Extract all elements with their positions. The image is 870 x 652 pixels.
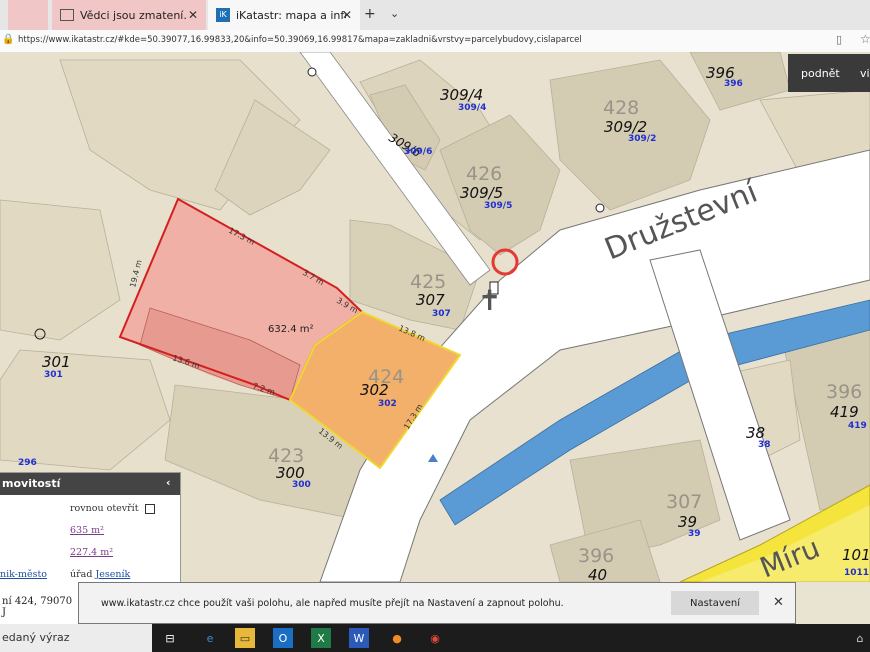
tab-bar: Vědci jsou zmatení. Země se ✕ iK iKatast… — [0, 0, 870, 30]
close-icon[interactable]: ✕ — [773, 595, 784, 610]
open-directly-label: rovnou otevřít — [70, 503, 139, 514]
chevron-down-icon[interactable]: ⌄ — [390, 7, 399, 20]
file-explorer-icon[interactable]: ▭ — [235, 628, 255, 648]
parcel-subnumber: 309/6 — [404, 147, 432, 157]
property-panel: movitostí ‹ rovnou otevřít 635 m² 227.4 … — [0, 472, 181, 584]
parcel-subnumber: 396 — [724, 79, 743, 89]
parcel-number: 40 — [588, 566, 607, 582]
svg-text:✝: ✝ — [478, 284, 501, 317]
address-stub: ní 424, 79070 J — [0, 582, 78, 624]
chevron-left-icon[interactable]: ‹ — [166, 476, 171, 489]
area-link[interactable]: 227.4 m² — [70, 547, 113, 558]
page-icon — [60, 9, 74, 21]
parcel-number: 309/4 — [440, 86, 483, 104]
building-number: 396 — [826, 381, 862, 403]
area-link[interactable]: 635 m² — [70, 525, 104, 536]
parcel-number: 301 — [42, 353, 71, 371]
tab-previous[interactable] — [8, 0, 48, 30]
parcel-subnumber: 301 — [44, 370, 63, 380]
close-tab-icon[interactable]: ✕ — [188, 8, 198, 22]
area-label: 632.4 m² — [268, 324, 314, 335]
tab-title: Vědci jsou zmatení. Země se — [80, 8, 190, 22]
word-icon[interactable]: W — [349, 628, 369, 648]
task-view-icon[interactable]: ⊟ — [160, 628, 180, 648]
building-number: 307 — [666, 491, 702, 513]
panel-title: movitostí — [2, 477, 61, 490]
star-icon[interactable]: ☆ — [860, 32, 870, 46]
parcel-subnumber: 309/2 — [628, 134, 656, 144]
building-number: 426 — [466, 163, 502, 185]
taskbar: edaný výraz ⊟ e ▭ O X W ● ◉ ⌂ — [0, 624, 870, 652]
tab-title: iKatastr: mapa a informa — [236, 8, 346, 22]
map-toolbar: podnět vi — [788, 54, 870, 92]
excel-icon[interactable]: X — [311, 628, 331, 648]
parcel-number: 302 — [360, 381, 389, 399]
tray-icon[interactable]: ⌂ — [850, 628, 870, 648]
chrome-icon[interactable]: ◉ — [425, 628, 445, 648]
office-link[interactable]: Jeseník — [95, 569, 130, 580]
parcel-subnumber: 307 — [432, 309, 451, 319]
parcel-subnumber: 419 — [848, 421, 867, 431]
tab-ikatastr[interactable]: iK iKatastr: mapa a informa ✕ — [208, 0, 360, 30]
view-button[interactable]: vi — [860, 67, 870, 80]
reading-view-icon[interactable]: ▯ — [836, 33, 842, 46]
parcel-subnumber: 302 — [378, 399, 397, 409]
parcel-subnumber: 309/5 — [484, 201, 512, 211]
parcel-subnumber: 296 — [18, 458, 37, 468]
lock-icon: 🔒 — [2, 34, 15, 45]
podnet-button[interactable]: podnět — [801, 67, 840, 80]
parcel-number: 309/5 — [460, 184, 503, 202]
parcel-subnumber: 1011 — [844, 568, 869, 578]
search-placeholder: edaný výraz — [2, 631, 70, 644]
open-directly-checkbox[interactable] — [144, 503, 155, 514]
building-number: 396 — [578, 545, 614, 567]
new-tab-icon[interactable]: + — [364, 6, 376, 22]
url-text[interactable]: https://www.ikatastr.cz/#kde=50.39077,16… — [18, 35, 582, 45]
building-number: 425 — [410, 271, 446, 293]
location-notification: www.ikatastr.cz chce použít vaši polohu,… — [78, 582, 796, 624]
edge-icon[interactable]: e — [200, 628, 220, 648]
ikatastr-icon: iK — [216, 8, 230, 22]
office-label: úřad — [70, 569, 93, 580]
parcel-number: 101 — [842, 546, 870, 564]
parcel-subnumber: 300 — [292, 480, 311, 490]
outlook-icon[interactable]: O — [273, 628, 293, 648]
parcel-subnumber: 39 — [688, 529, 701, 539]
taskbar-search[interactable]: edaný výraz — [0, 624, 152, 652]
parcel-number: 307 — [416, 291, 445, 309]
notification-message: www.ikatastr.cz chce použít vaši polohu,… — [101, 598, 564, 609]
parcel-subnumber: 309/4 — [458, 103, 486, 113]
firefox-icon[interactable]: ● — [387, 628, 407, 648]
parcel-subnumber: 38 — [758, 440, 771, 450]
panel-header: movitostí ‹ — [0, 473, 180, 495]
settings-button[interactable]: Nastavení — [671, 591, 759, 615]
tab-vedci[interactable]: Vědci jsou zmatení. Země se ✕ — [52, 0, 206, 30]
parcel-number: 419 — [830, 403, 859, 421]
close-tab-icon[interactable]: ✕ — [342, 8, 352, 22]
building-number: 428 — [603, 97, 639, 119]
address-bar[interactable]: 🔒 https://www.ikatastr.cz/#kde=50.39077,… — [0, 30, 870, 53]
city-link[interactable]: nik-město — [0, 569, 47, 580]
address-text: ní 424, 79070 J — [2, 596, 73, 618]
